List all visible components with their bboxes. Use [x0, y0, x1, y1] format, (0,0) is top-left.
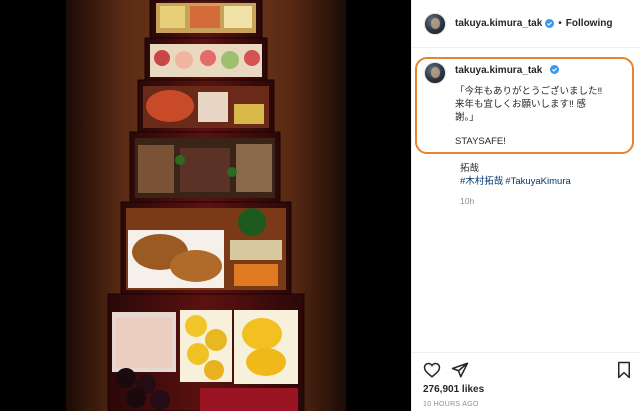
post-actions: 276,901 likes 10 HOURS AGO [411, 352, 641, 411]
heart-icon[interactable] [423, 361, 441, 379]
hashtag-link[interactable]: #TakuyaKimura [505, 176, 570, 187]
osechi-photo [0, 0, 411, 411]
likes-count[interactable]: 276,901 likes [423, 384, 484, 395]
verified-badge-icon [545, 19, 555, 28]
post-header: takuya.kimura_tak • Following [412, 0, 641, 48]
paper-plane-icon[interactable] [451, 361, 469, 379]
comment-name: 拓哉 [460, 163, 480, 174]
author-username[interactable]: takuya.kimura_tak [455, 18, 542, 29]
hashtag-list: #木村拓哉 #TakuyaKimura [460, 175, 630, 188]
post-photo[interactable] [0, 0, 411, 411]
header-separator: • [558, 18, 562, 29]
comment-time: 10h [460, 196, 475, 206]
bookmark-icon[interactable] [615, 361, 633, 379]
author-avatar[interactable] [424, 12, 446, 35]
posted-time: 10 HOURS AGO [423, 401, 479, 408]
caption-extra: 拓哉 #木村拓哉 #TakuyaKimura 10h [460, 162, 630, 206]
highlight-annotation [415, 57, 634, 154]
hashtag-link[interactable]: #木村拓哉 [460, 176, 503, 187]
following-button[interactable]: Following [566, 18, 613, 29]
